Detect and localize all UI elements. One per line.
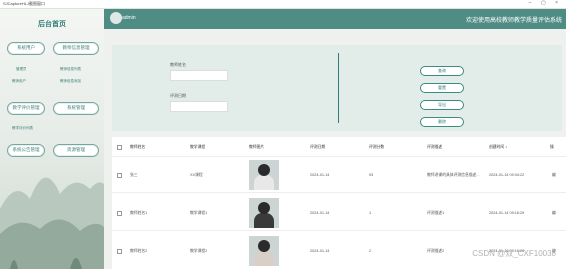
col-desc[interactable]: 评测描述 bbox=[427, 145, 442, 150]
watermark: CSDN @双_CXF10038 bbox=[472, 249, 556, 258]
cell-course: XX课程 bbox=[190, 173, 203, 177]
cell-created: 2024-01-14 09:34:22 bbox=[489, 173, 525, 177]
submenu-eval-list[interactable]: 教学评价列表 bbox=[12, 126, 33, 131]
col-teacher-name[interactable]: 教师姓名 bbox=[130, 145, 145, 150]
table-header: 教师姓名 教学课程 教师图片 评测日期 评测分数 评测描述 创建时间 ↕ 操 bbox=[112, 137, 566, 157]
col-course[interactable]: 教学课程 bbox=[190, 145, 205, 150]
submenu-teacher-add[interactable]: 教师信息添加 bbox=[60, 79, 81, 84]
cell-score: 1 bbox=[369, 211, 372, 215]
submenu-admin[interactable]: 管理员 bbox=[16, 67, 27, 72]
cell-course: 教学课程2 bbox=[190, 249, 208, 253]
menu-system-mgmt[interactable]: 系统管理 bbox=[53, 102, 99, 115]
submenu-teacher-list[interactable]: 教师信息列表 bbox=[60, 67, 81, 72]
teacher-photo[interactable] bbox=[249, 160, 279, 190]
delete-button[interactable]: 删除 bbox=[420, 117, 464, 127]
teacher-name-label: 教师姓名 bbox=[170, 62, 186, 67]
cell-course: 教学课程1 bbox=[190, 211, 208, 215]
row-checkbox[interactable] bbox=[117, 249, 122, 254]
table-row[interactable]: 教师姓名1 教学课程1 2024-01-14 1 评测描述1 2024-01-1… bbox=[112, 195, 566, 231]
eval-date-label: 评测日期 bbox=[170, 93, 186, 98]
window-controls[interactable]: ‒ ▢ × bbox=[529, 0, 562, 6]
table-row[interactable]: 张三 XX课程 2024-01-14 93 教师讲课的具体评测信息描述... 2… bbox=[112, 157, 566, 193]
cell-score: 93 bbox=[369, 173, 374, 177]
eval-date-input[interactable] bbox=[170, 101, 228, 112]
reset-button[interactable]: 重置 bbox=[420, 83, 464, 93]
cell-created: 2024-01-14 09:16:29 bbox=[489, 211, 525, 215]
cell-date: 2024-01-14 bbox=[310, 173, 330, 177]
main-content: 教师姓名 评测日期 查询 重置 导出 删除 教师姓名 教学课程 教师图片 评测日… bbox=[104, 29, 566, 269]
export-button[interactable]: 导出 bbox=[420, 100, 464, 110]
col-eval-date[interactable]: 评测日期 bbox=[310, 145, 325, 150]
cell-desc: 评测描述2 bbox=[427, 249, 445, 253]
username: admin bbox=[122, 15, 136, 21]
edit-link[interactable]: 编 bbox=[552, 173, 556, 178]
search-button[interactable]: 查询 bbox=[420, 66, 464, 76]
cell-date: 2024-01-14 bbox=[310, 249, 330, 253]
menu-teacher-info[interactable]: 教师信息管理 bbox=[53, 42, 99, 55]
row-checkbox[interactable] bbox=[117, 173, 122, 178]
menu-teacher-eval[interactable]: 教学评价管理 bbox=[7, 102, 45, 115]
window-titlebar: SJCaptureHLJ截图窗口 ‒ ▢ × bbox=[0, 0, 566, 9]
col-score[interactable]: 评测分数 bbox=[369, 145, 384, 150]
welcome-text: 欢迎使用高校教师教学质量评估系统 bbox=[465, 18, 562, 24]
top-header: admin 欢迎使用高校教师教学质量评估系统 bbox=[104, 9, 566, 29]
edit-link[interactable]: 编 bbox=[552, 211, 556, 216]
col-created[interactable]: 创建时间 ↕ bbox=[489, 145, 507, 150]
teacher-name-input[interactable] bbox=[170, 70, 228, 81]
cell-score: 2 bbox=[369, 249, 372, 253]
window-title: SJCaptureHLJ截图窗口 bbox=[3, 1, 46, 6]
cell-desc: 教师讲课的具体评测信息描述... bbox=[427, 173, 480, 177]
col-photo[interactable]: 教师图片 bbox=[249, 145, 264, 150]
cell-name: 张三 bbox=[130, 173, 138, 177]
search-divider bbox=[338, 53, 339, 123]
row-checkbox[interactable] bbox=[117, 211, 122, 216]
cell-name: 教师姓名1 bbox=[130, 211, 148, 215]
select-all-checkbox[interactable] bbox=[117, 145, 122, 150]
landscape-illustration bbox=[0, 177, 104, 269]
submenu-teacher-user[interactable]: 教师用户 bbox=[12, 79, 26, 84]
menu-notice[interactable]: 系统公告管理 bbox=[7, 144, 45, 157]
teacher-photo[interactable] bbox=[249, 198, 279, 228]
menu-resource[interactable]: 资源管理 bbox=[53, 144, 99, 157]
sidebar: 后台首页 系统用户 教师信息管理 管理员 教师信息列表 教师用户 教师信息添加 … bbox=[0, 9, 104, 269]
search-panel: 教师姓名 评测日期 查询 重置 导出 删除 bbox=[112, 45, 562, 131]
sidebar-title: 后台首页 bbox=[38, 21, 66, 28]
cell-desc: 评测描述1 bbox=[427, 211, 445, 215]
user-avatar[interactable] bbox=[110, 12, 122, 24]
col-operation[interactable]: 操 bbox=[550, 145, 554, 150]
menu-system-user[interactable]: 系统用户 bbox=[7, 42, 45, 55]
cell-date: 2024-01-14 bbox=[310, 211, 330, 215]
teacher-photo[interactable] bbox=[249, 236, 279, 266]
cell-name: 教师姓名2 bbox=[130, 249, 148, 253]
